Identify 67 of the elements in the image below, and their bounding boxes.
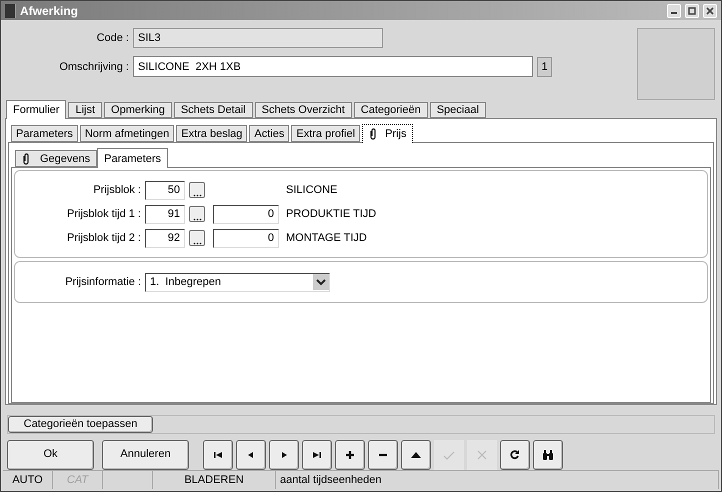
tab[interactable]: Speciaal — [430, 102, 486, 118]
dialog-button[interactable]: Ok — [7, 440, 94, 470]
field-label: Prijsblok tijd 1 : — [66, 207, 142, 222]
subtab[interactable]: Acties — [249, 125, 290, 142]
tab[interactable]: Opmerking — [104, 102, 172, 118]
subtab[interactable]: Prijs — [362, 124, 414, 144]
subtab[interactable]: Extra profiel — [291, 125, 360, 142]
minimize-button[interactable] — [667, 4, 681, 18]
paperclip-icon — [369, 128, 378, 140]
price-description: SILICONE — [286, 183, 338, 198]
field-label: Prijsblok tijd 2 : — [66, 231, 142, 246]
tab[interactable]: Categorieën — [354, 102, 428, 118]
ellipsis-icon — [192, 242, 202, 246]
toolbar-button[interactable] — [500, 440, 530, 470]
toolbar-button[interactable] — [533, 440, 563, 470]
toolbar-button[interactable] — [203, 440, 233, 470]
app-icon — [5, 4, 16, 18]
window-title: Afwerking — [20, 2, 80, 20]
maximize-icon — [688, 6, 696, 15]
subtab[interactable]: Extra beslag — [176, 125, 248, 142]
maximize-button[interactable] — [685, 4, 699, 18]
price-description: PRODUKTIE TIJD — [286, 207, 376, 222]
price-block-field[interactable]: 91 — [145, 204, 185, 224]
description-field[interactable]: SILICONE 2XH 1XB — [133, 56, 533, 78]
tab[interactable]: Gegevens — [15, 150, 98, 168]
paperclip-icon — [22, 152, 30, 165]
field-label: Code : — [96, 31, 130, 46]
redo-icon — [509, 448, 521, 461]
toolbar-button[interactable] — [302, 440, 332, 470]
status-text: AUTO — [12, 472, 43, 488]
chevron-down-icon — [313, 274, 329, 290]
price-block-field[interactable]: 50 — [145, 180, 185, 200]
time-field[interactable]: 0 — [213, 204, 279, 224]
binoculars-icon — [542, 448, 554, 461]
subtab[interactable]: Parameters — [11, 125, 78, 142]
tab[interactable]: Schets Overzicht — [254, 102, 352, 118]
browse-button[interactable] — [189, 230, 205, 246]
tab[interactable]: Formulier — [6, 100, 66, 120]
price-info-dropdown[interactable]: 1. Inbegrepen — [145, 272, 330, 292]
browse-button[interactable] — [189, 182, 205, 198]
toolbar-button[interactable] — [335, 440, 365, 470]
field-label: Omschrijving : — [58, 60, 130, 75]
browse-button[interactable] — [189, 206, 205, 222]
status-text: BLADEREN — [184, 472, 244, 488]
apply-categories-button[interactable]: Categorieën toepassen — [8, 416, 153, 433]
status-text: aantal tijdseenheden — [280, 472, 382, 488]
field-label: Prijsinformatie : — [64, 275, 142, 290]
plus-icon — [344, 448, 356, 461]
tab[interactable]: Parameters — [97, 148, 168, 168]
field-label: Prijsblok : — [92, 183, 142, 198]
x-icon — [476, 448, 488, 461]
code-field[interactable]: SIL3 — [133, 28, 383, 48]
time-field[interactable]: 0 — [213, 228, 279, 248]
status-text: CAT — [66, 472, 88, 488]
count-badge: 1 — [537, 56, 552, 77]
ellipsis-icon — [192, 194, 202, 198]
price-block-field[interactable]: 92 — [145, 228, 185, 248]
dialog-button[interactable]: Annuleren — [102, 440, 189, 470]
ellipsis-icon — [192, 218, 202, 222]
subtab[interactable]: Norm afmetingen — [80, 125, 174, 142]
tab[interactable]: Lijst — [68, 102, 102, 118]
toolbar-button[interactable] — [401, 440, 431, 470]
check-icon — [443, 448, 455, 461]
close-button[interactable] — [703, 4, 717, 18]
tab[interactable]: Schets Detail — [174, 102, 253, 118]
price-description: MONTAGE TIJD — [286, 231, 367, 246]
close-icon — [706, 6, 714, 15]
